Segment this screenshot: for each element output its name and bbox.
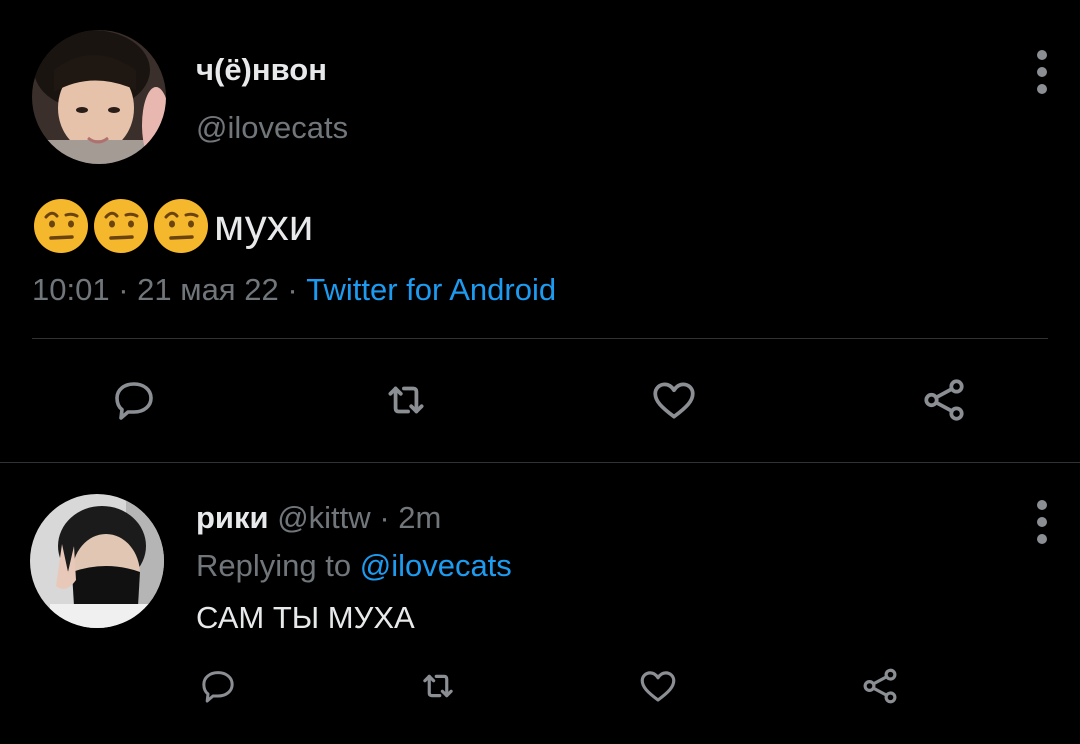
- replying-mention-link[interactable]: @ilovecats: [360, 548, 512, 583]
- face-with-raised-eyebrow-emoji: [32, 197, 90, 255]
- main-author-handle[interactable]: @ilovecats: [196, 110, 348, 146]
- face-with-raised-eyebrow-emoji: [152, 197, 210, 255]
- reply-icon[interactable]: [196, 664, 240, 708]
- reply-time: 2m: [398, 500, 442, 535]
- tweet-date: 21 мая 22: [137, 272, 279, 307]
- tweet-divider: [0, 462, 1080, 463]
- reply-icon[interactable]: [106, 372, 162, 428]
- share-icon[interactable]: [858, 664, 902, 708]
- meta-separator: ·: [118, 272, 129, 307]
- like-icon[interactable]: [646, 372, 702, 428]
- reply-author-name[interactable]: рики: [196, 500, 269, 535]
- main-author-name[interactable]: ч(ё)нвон: [196, 52, 327, 88]
- replying-label: Replying to: [196, 548, 352, 583]
- main-author-avatar[interactable]: [32, 30, 166, 164]
- reply-author-handle[interactable]: @kittw: [277, 500, 370, 535]
- tweet-time: 10:01: [32, 272, 110, 307]
- retweet-icon[interactable]: [378, 372, 434, 428]
- main-tweet-body: мухи: [214, 201, 314, 250]
- reply-header: рики @kittw · 2m: [196, 500, 441, 536]
- meta-separator: ·: [287, 272, 298, 307]
- reply-author-avatar[interactable]: [30, 494, 164, 628]
- main-tweet-meta: 10:01 · 21 мая 22 · Twitter for Android: [32, 272, 556, 308]
- main-more-options-icon[interactable]: [1030, 50, 1054, 94]
- reply-more-options-icon[interactable]: [1030, 500, 1054, 544]
- tweet-source-link[interactable]: Twitter for Android: [306, 272, 556, 307]
- retweet-icon[interactable]: [416, 664, 460, 708]
- replying-to-line: Replying to @ilovecats: [196, 548, 512, 584]
- reply-tweet-text: САМ ТЫ МУХА: [196, 600, 415, 635]
- main-tweet-text: мухи: [32, 196, 313, 256]
- header-separator: ·: [379, 500, 390, 535]
- meta-divider: [32, 338, 1048, 339]
- face-with-raised-eyebrow-emoji: [92, 197, 150, 255]
- like-icon[interactable]: [636, 664, 680, 708]
- share-icon[interactable]: [916, 372, 972, 428]
